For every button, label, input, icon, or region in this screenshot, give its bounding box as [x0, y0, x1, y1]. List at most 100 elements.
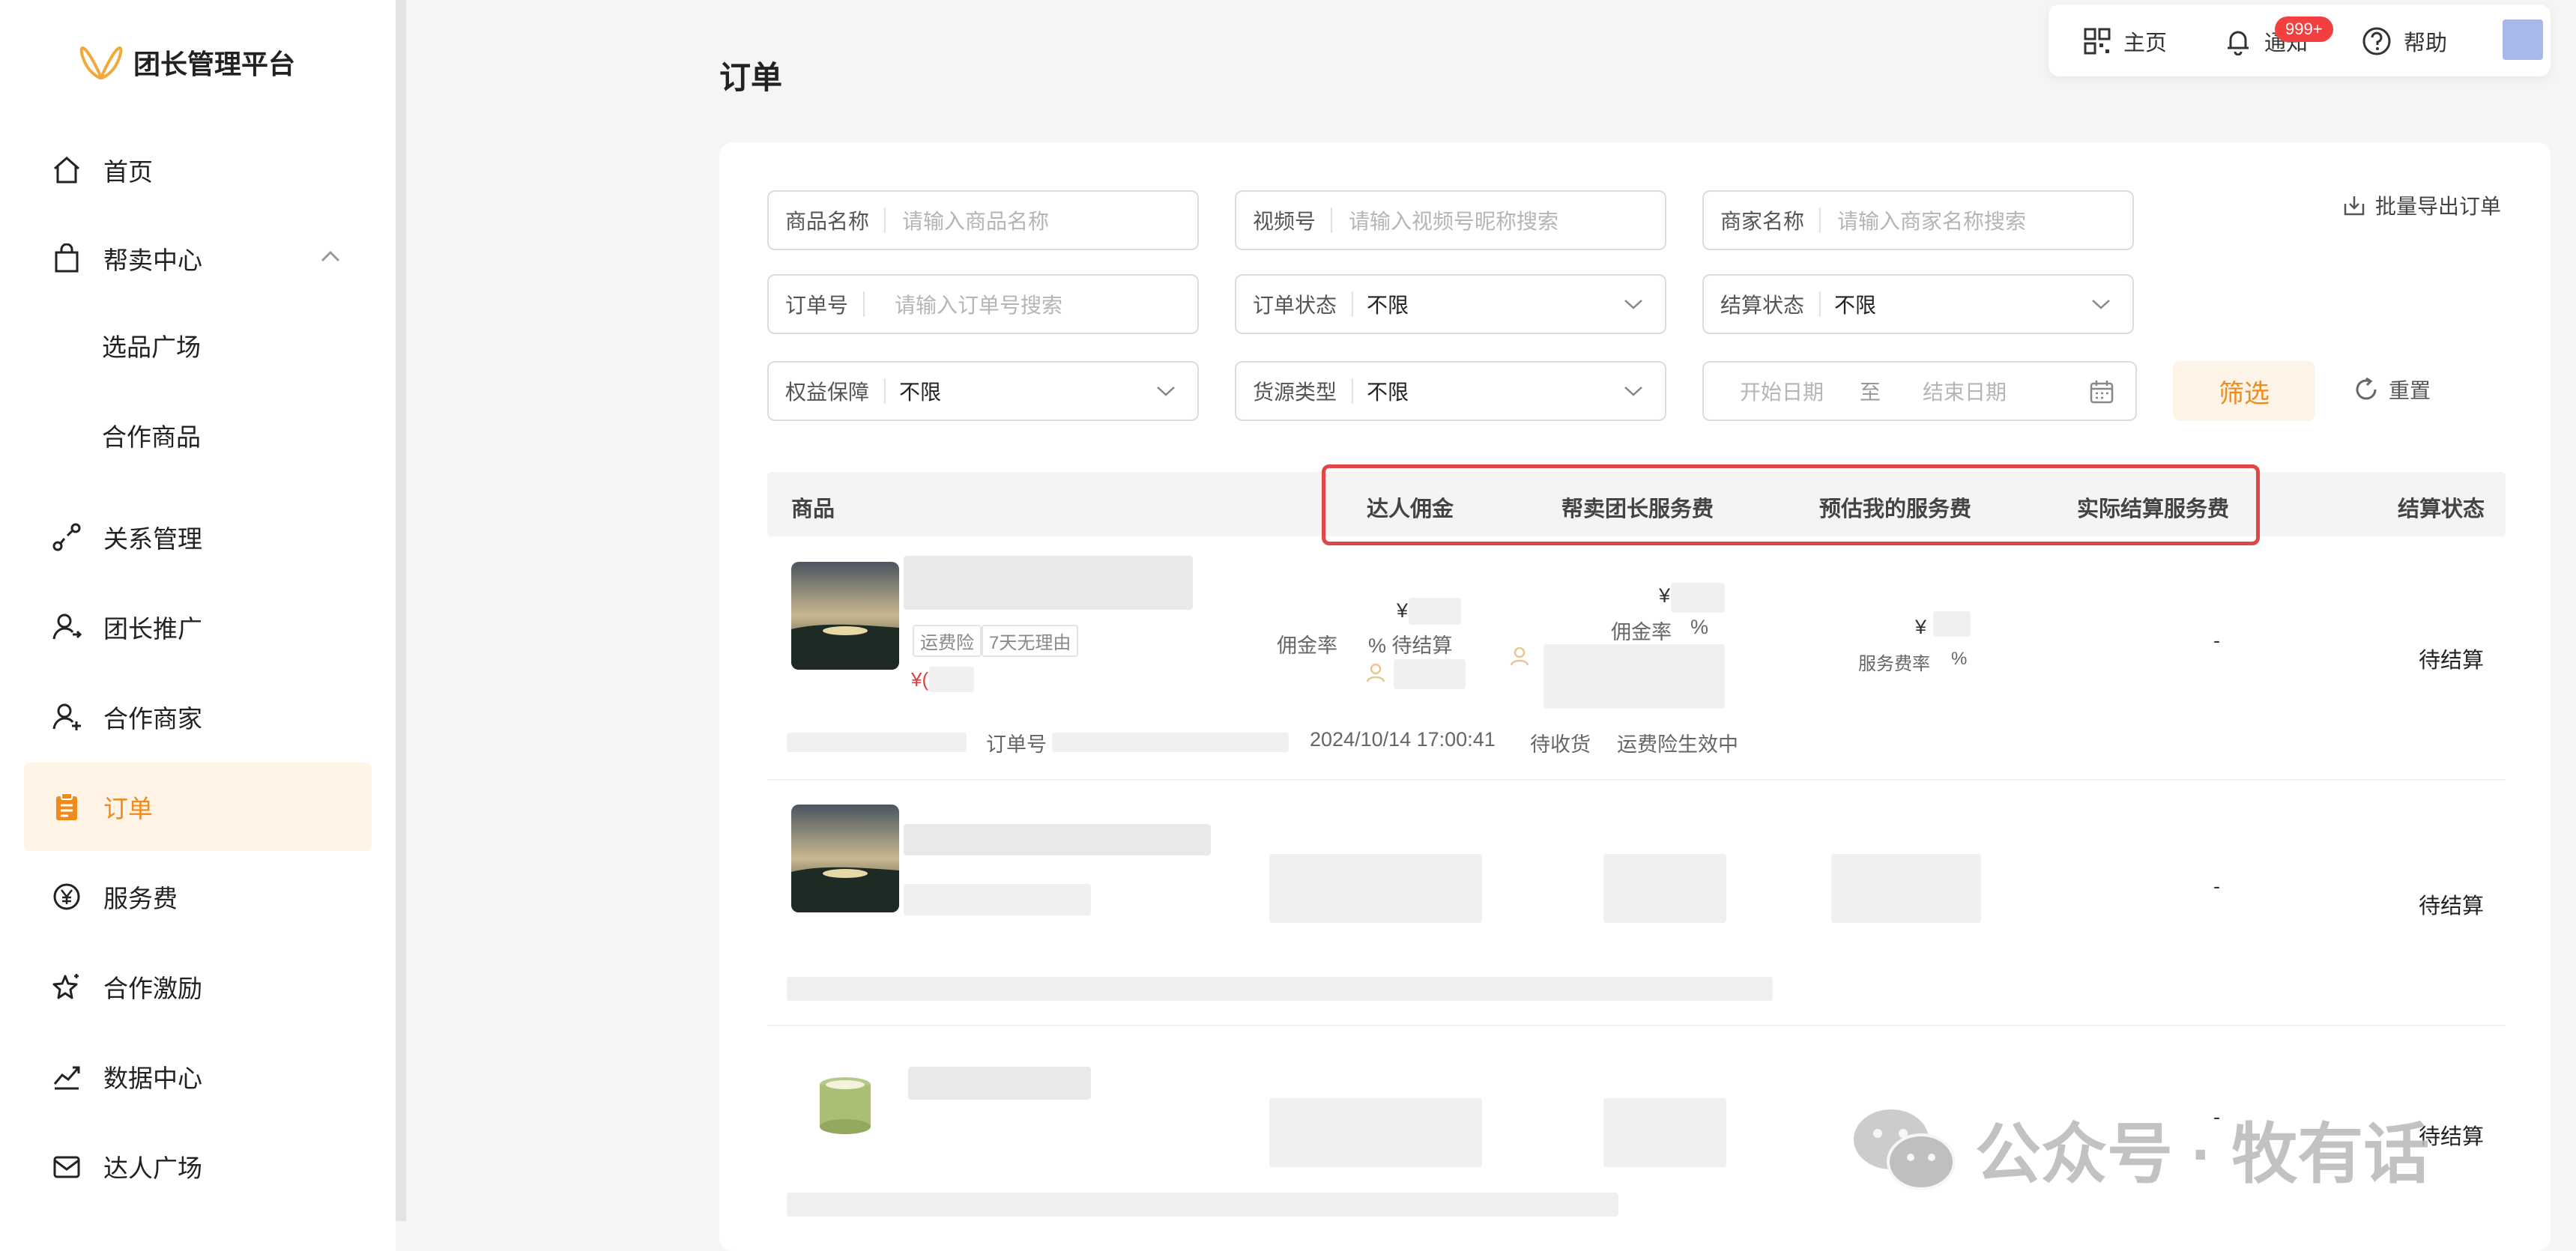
- chevron-down-icon: [2092, 300, 2110, 309]
- product-price: ¥(: [911, 668, 929, 691]
- user-promo-icon: [51, 611, 82, 643]
- sidebar-item-incentive[interactable]: 合作激励: [24, 942, 372, 1031]
- redacted: [787, 733, 967, 752]
- redacted: [1603, 854, 1726, 923]
- sidebar-scrollbar[interactable]: [396, 0, 406, 1221]
- field-value: 不限: [1367, 381, 1409, 404]
- sidebar: 团长管理平台 首页 帮卖中心 选品广场 合作商品 关系管理 团长推广 合作商家 …: [0, 0, 396, 1251]
- channel-input[interactable]: 视频号 请输入视频号昵称搜索: [1235, 190, 1666, 250]
- sidebar-item-service-fee[interactable]: 服务费: [24, 852, 372, 941]
- export-label: 批量导出订单: [2375, 195, 2502, 218]
- user-icon: [1366, 663, 1385, 682]
- filter-button[interactable]: 筛选: [2173, 361, 2315, 421]
- field-label: 权益保障: [769, 378, 886, 404]
- leader-rate-label: 佣金率: [1611, 621, 1672, 643]
- reset-button[interactable]: 重置: [2353, 375, 2431, 405]
- butterfly-logo-icon: [79, 46, 123, 80]
- product-thumbnail[interactable]: [791, 805, 899, 912]
- row-divider: [767, 779, 2506, 781]
- product-title-redacted: [904, 824, 1211, 855]
- home-link[interactable]: 主页: [2083, 25, 2167, 57]
- bell-icon: [2228, 31, 2249, 55]
- date-range-picker[interactable]: 开始日期 至 结束日期: [1702, 361, 2137, 421]
- sidebar-item-home[interactable]: 首页: [24, 126, 372, 214]
- order-state: 待收货: [1530, 733, 1591, 756]
- star-sparkle-icon: [51, 971, 82, 1002]
- help-link[interactable]: 帮助: [2362, 25, 2447, 57]
- field-label: 商品名称: [769, 208, 886, 233]
- est-rate-pct: %: [1951, 649, 1968, 669]
- order-no-input[interactable]: 订单号 请输入订单号搜索: [767, 274, 1199, 334]
- yen-circle-icon: [51, 881, 82, 912]
- product-name-input[interactable]: 商品名称 请输入商品名称: [767, 190, 1199, 250]
- home-link-label: 主页: [2123, 31, 2168, 55]
- field-label: 结算状态: [1704, 291, 1821, 317]
- trend-chart-icon: [51, 1061, 82, 1092]
- sidebar-item-coop-products[interactable]: 合作商品: [24, 391, 372, 479]
- field-placeholder: 请输入视频号昵称搜索: [1349, 210, 1559, 233]
- date-separator: 至: [1860, 381, 1881, 404]
- guarantee-select[interactable]: 权益保障 不限: [767, 361, 1199, 421]
- redacted: [1269, 1098, 1482, 1167]
- order-info-redacted: [787, 977, 1773, 1001]
- brand-name: 团长管理平台: [133, 49, 296, 79]
- sidebar-item-label: 合作激励: [103, 975, 202, 1002]
- chevron-up-icon[interactable]: [319, 249, 342, 264]
- brand[interactable]: 团长管理平台: [79, 42, 295, 82]
- reset-label: 重置: [2389, 379, 2431, 402]
- field-label: 订单状态: [1236, 291, 1354, 317]
- commission-rate-label: 佣金率: [1277, 634, 1337, 657]
- field-value: 不限: [1367, 294, 1409, 317]
- chevron-down-icon: [1624, 387, 1642, 396]
- settle-status: 待结算: [2419, 894, 2485, 918]
- sidebar-item-data-center[interactable]: 数据中心: [24, 1032, 372, 1121]
- sidebar-item-talent-square[interactable]: 达人广场: [24, 1122, 372, 1211]
- sidebar-item-orders[interactable]: 订单: [24, 763, 372, 851]
- merchant-input[interactable]: 商家名称 请输入商家名称搜索: [1702, 190, 2134, 250]
- source-type-select[interactable]: 货源类型 不限: [1235, 361, 1666, 421]
- order-no-redacted: [1052, 733, 1289, 752]
- sidebar-item-relations[interactable]: 关系管理: [24, 493, 372, 581]
- redacted: [1269, 854, 1482, 923]
- settle-status-select[interactable]: 结算状态 不限: [1702, 274, 2134, 334]
- sidebar-item-product-square[interactable]: 选品广场: [24, 301, 372, 390]
- avatar[interactable]: [2503, 19, 2543, 60]
- redacted: [1394, 659, 1466, 689]
- col-settle-status: 结算状态: [2398, 497, 2485, 521]
- redacted: [1409, 598, 1461, 625]
- insurance-state: 运费险生效中: [1617, 733, 1738, 756]
- field-label: 商家名称: [1704, 208, 1821, 233]
- sidebar-item-label: 帮卖中心: [103, 246, 202, 274]
- sidebar-item-label: 关系管理: [103, 525, 202, 553]
- sidebar-item-coop-merchants[interactable]: 合作商家: [24, 673, 372, 761]
- clipboard-icon: [51, 791, 82, 823]
- redacted: [1933, 611, 1971, 637]
- price-redacted: [929, 667, 974, 692]
- sidebar-item-label: 数据中心: [103, 1064, 202, 1092]
- user-add-icon: [51, 701, 82, 733]
- commission-rate-status: % 待结算: [1368, 634, 1453, 657]
- export-orders-button[interactable]: 批量导出订单: [2342, 190, 2501, 220]
- redacted: [1671, 583, 1725, 613]
- field-label: 视频号: [1236, 208, 1333, 233]
- order-status-select[interactable]: 订单状态 不限: [1235, 274, 1666, 334]
- wechat-logo-icon: [1854, 1109, 1956, 1190]
- redacted: [904, 884, 1091, 915]
- field-value: 不限: [1834, 294, 1877, 317]
- notice-badge: 999+: [2275, 16, 2333, 42]
- field-placeholder: 请输入商家名称搜索: [1837, 210, 2027, 233]
- col-product: 商品: [791, 497, 835, 521]
- tag-shipping-insurance: 运费险: [913, 625, 982, 657]
- product-thumbnail[interactable]: [791, 1049, 899, 1157]
- sidebar-item-leader-promo[interactable]: 团长推广: [24, 583, 372, 671]
- sidebar-item-label: 达人广场: [103, 1154, 202, 1182]
- product-title-redacted: [908, 1067, 1091, 1100]
- actual-fee: -: [2213, 629, 2220, 652]
- tag-7day-return: 7天无理由: [982, 625, 1079, 657]
- field-label: 订单号: [769, 291, 865, 317]
- product-thumbnail[interactable]: [791, 562, 899, 670]
- order-no-label: 订单号: [986, 733, 1047, 756]
- shopping-bag-icon: [51, 243, 82, 274]
- sidebar-item-help-sell[interactable]: 帮卖中心: [24, 214, 372, 303]
- leader-rate-pct: %: [1690, 616, 1709, 638]
